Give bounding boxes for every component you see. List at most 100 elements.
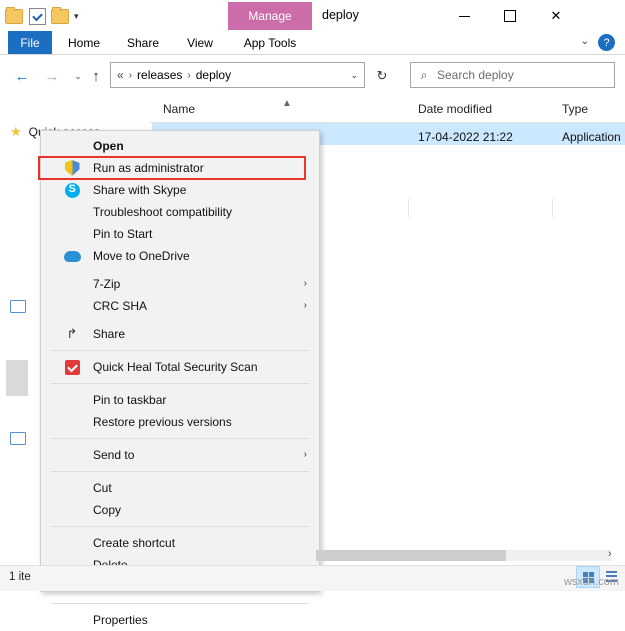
breadcrumb-item-deploy[interactable]: deploy — [196, 68, 231, 82]
chevron-down-icon[interactable]: ⌄ — [581, 36, 589, 47]
menu-item-share[interactable]: ↱ Share — [41, 323, 319, 345]
chevron-right-icon: › — [128, 69, 133, 81]
nav-pane-scroll-thumb[interactable] — [6, 360, 28, 396]
tab-file[interactable]: File — [8, 31, 52, 55]
up-button[interactable]: ↑ — [84, 64, 108, 88]
quickheal-icon — [63, 358, 81, 376]
window-title: deploy — [322, 8, 359, 22]
status-bar — [0, 565, 625, 591]
folder-icon[interactable] — [50, 6, 70, 26]
chevron-right-icon: › — [303, 278, 307, 289]
breadcrumb[interactable]: « › releases › deploy ⌄ — [110, 62, 365, 88]
folder-icon[interactable] — [4, 6, 24, 26]
menu-item-cut[interactable]: Cut — [41, 477, 319, 499]
sidebar-item-this-pc[interactable] — [10, 300, 26, 313]
sort-indicator-icon: ▲ — [282, 98, 292, 109]
checkbox-icon[interactable] — [27, 6, 47, 26]
breadcrumb-overflow-icon[interactable]: « — [117, 68, 124, 82]
menu-separator — [51, 383, 309, 384]
menu-item-label: Troubleshoot compatibility — [93, 205, 232, 219]
menu-item-7-zip[interactable]: 7-Zip › — [41, 273, 319, 295]
menu-item-label: Copy — [93, 503, 122, 517]
menu-item-pin-to-start[interactable]: Pin to Start — [41, 223, 319, 245]
manage-contextual-tab[interactable]: Manage — [228, 2, 312, 30]
menu-item-label: Quick Heal Total Security Scan — [93, 360, 258, 374]
menu-item-label: Move to OneDrive — [93, 249, 190, 263]
file-date-modified: 17-04-2022 21:22 — [418, 130, 513, 144]
menu-item-label: Share — [93, 327, 126, 341]
help-icon[interactable]: ? — [598, 34, 615, 51]
menu-item-label: Pin to Start — [93, 227, 153, 241]
status-item-count: 1 ite — [9, 571, 31, 583]
column-header-name[interactable]: Name — [163, 102, 195, 116]
menu-item-label: Restore previous versions — [93, 415, 232, 429]
menu-item-move-to-onedrive[interactable]: Move to OneDrive — [41, 245, 319, 267]
menu-item-properties[interactable]: Properties — [41, 609, 319, 631]
highlight-annotation — [38, 156, 306, 180]
menu-item-open[interactable]: Open — [41, 135, 319, 157]
menu-item-label: CRC SHA — [93, 299, 148, 313]
column-header-type[interactable]: Type — [562, 102, 588, 116]
column-divider[interactable] — [408, 199, 409, 217]
context-menu[interactable]: Open Run as administrator Share with Sky… — [40, 130, 320, 627]
menu-item-troubleshoot-compatibility[interactable]: Troubleshoot compatibility — [41, 201, 319, 223]
tab-share[interactable]: Share — [116, 31, 170, 55]
file-type: Application — [562, 130, 621, 144]
menu-item-pin-to-taskbar[interactable]: Pin to taskbar — [41, 389, 319, 411]
breadcrumb-item-releases[interactable]: releases — [137, 68, 182, 82]
watermark: wsxdn.com — [563, 576, 619, 588]
maximize-button[interactable] — [487, 0, 533, 32]
tab-app-tools[interactable]: App Tools — [230, 31, 310, 55]
menu-item-restore-previous-versions[interactable]: Restore previous versions — [41, 411, 319, 433]
menu-separator — [51, 350, 309, 351]
column-header-date-modified[interactable]: Date modified — [418, 102, 492, 116]
menu-separator — [51, 471, 309, 472]
chevron-down-icon[interactable]: ⌄ — [350, 70, 358, 81]
chevron-right-icon: › — [303, 449, 307, 460]
address-bar: ← → ⌄ ↑ « › releases › deploy ⌄ ↻ ⌕ Sear… — [0, 58, 625, 92]
scroll-right-button[interactable]: › — [608, 548, 612, 560]
menu-item-share-with-skype[interactable]: Share with Skype — [41, 179, 319, 201]
menu-item-label: 7-Zip — [93, 277, 121, 291]
minimize-button[interactable] — [441, 0, 487, 32]
menu-item-label: Cut — [93, 481, 112, 495]
menu-item-label: Create shortcut — [93, 536, 176, 550]
refresh-button[interactable]: ↻ — [372, 66, 392, 86]
horizontal-scrollbar[interactable] — [316, 550, 611, 561]
menu-item-label: Open — [93, 139, 124, 153]
title-bar: ▾ Manage deploy ✕ — [0, 0, 625, 34]
chevron-right-icon: › — [303, 300, 307, 311]
search-icon: ⌕ — [420, 67, 428, 82]
search-input[interactable]: Search deploy — [437, 68, 514, 82]
tab-view[interactable]: View — [178, 31, 222, 55]
scrollbar-thumb[interactable] — [316, 550, 506, 561]
menu-item-copy[interactable]: Copy — [41, 499, 319, 521]
onedrive-icon — [63, 247, 81, 265]
close-button[interactable]: ✕ — [533, 0, 579, 32]
search-box[interactable]: ⌕ Search deploy — [410, 62, 615, 88]
menu-item-crc-sha[interactable]: CRC SHA › — [41, 295, 319, 317]
chevron-down-icon[interactable]: ▾ — [74, 11, 79, 22]
menu-item-quick-heal-total-security-scan[interactable]: Quick Heal Total Security Scan — [41, 356, 319, 378]
computer-icon — [10, 300, 26, 313]
menu-separator — [51, 603, 309, 604]
star-icon: ★ — [10, 124, 22, 139]
column-divider[interactable] — [552, 199, 553, 217]
menu-item-label: Properties — [93, 613, 148, 627]
menu-item-label: Send to — [93, 448, 135, 462]
tab-home[interactable]: Home — [60, 31, 108, 55]
menu-item-label: Share with Skype — [93, 183, 187, 197]
back-button[interactable]: ← — [10, 64, 34, 88]
network-icon — [10, 432, 26, 445]
quick-access-toolbar[interactable]: ▾ — [4, 6, 79, 26]
skype-icon — [63, 181, 81, 199]
sidebar-item-network[interactable] — [10, 432, 26, 445]
menu-item-send-to[interactable]: Send to › — [41, 444, 319, 466]
ribbon-tabs: File Home Share View App Tools — [0, 31, 625, 55]
forward-button[interactable]: → — [40, 64, 64, 88]
menu-item-create-shortcut[interactable]: Create shortcut — [41, 532, 319, 554]
menu-item-label: Pin to taskbar — [93, 393, 167, 407]
ribbon-divider — [0, 54, 625, 55]
chevron-right-icon: › — [187, 69, 191, 81]
menu-separator — [51, 438, 309, 439]
